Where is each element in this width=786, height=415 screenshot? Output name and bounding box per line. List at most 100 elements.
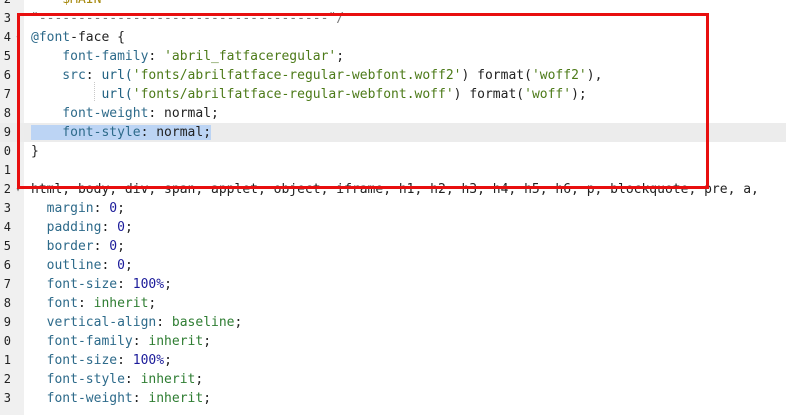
- line-number: 1: [3, 163, 11, 177]
- indent-guide: [94, 82, 95, 101]
- code-token: font-style: [31, 125, 141, 140]
- code-token: vertical-align: [31, 315, 157, 330]
- code-line[interactable]: 9 vertical-align: baseline;: [0, 313, 786, 332]
- code-token: 'fonts/abrilfatface-regular-webfont.woff…: [132, 68, 462, 83]
- code-token: ;: [117, 239, 125, 254]
- code-token: url(: [101, 87, 133, 102]
- line-number: 4: [3, 220, 11, 234]
- code-token: margin: [31, 201, 94, 216]
- code-token: ),: [586, 68, 603, 83]
- code-token: 100%: [132, 353, 165, 368]
- line-number: 3: [3, 11, 11, 25]
- code-token: : normal;: [148, 106, 219, 121]
- code-token: ;: [336, 49, 345, 64]
- code-line[interactable]: 3 "-------------------------------------"…: [0, 9, 786, 28]
- code-token: 100%: [132, 277, 165, 292]
- code-text: $MAIN: [31, 0, 101, 9]
- code-token: html, body, div, span, applet, object, i…: [31, 182, 759, 197]
- line-number: 0: [3, 144, 11, 158]
- code-line[interactable]: 8 font-weight: normal;: [0, 104, 786, 123]
- code-token: inherit: [148, 334, 204, 349]
- code-editor[interactable]: 2 $MAIN 3 "-------------------------------…: [0, 0, 786, 415]
- code-line[interactable]: 2 ▾ html, body, div, span, applet, object,…: [0, 180, 786, 199]
- code-token: 0: [109, 201, 118, 216]
- code-token: 'woff2': [531, 68, 587, 83]
- code-token: :: [101, 258, 118, 273]
- code-text: padding: 0;: [31, 218, 133, 237]
- code-text: url('fonts/abrilfatface-regular-webfont.…: [31, 85, 587, 104]
- code-token: ;: [124, 220, 133, 235]
- line-number: 3: [3, 391, 11, 405]
- code-token: 0: [117, 220, 125, 235]
- code-token: :: [117, 277, 133, 292]
- code-line[interactable]: 3 font-weight: inherit;: [0, 389, 786, 408]
- code-token: inherit: [140, 372, 196, 387]
- code-line[interactable]: 8 font: inherit;: [0, 294, 786, 313]
- code-token: ;: [164, 277, 172, 292]
- code-token: "-------------------------------------"/: [31, 11, 345, 26]
- code-token: font-weight: [31, 106, 149, 121]
- code-line[interactable]: 9 font-style: normal;: [0, 123, 786, 142]
- code-text: font: inherit;: [31, 294, 157, 313]
- code-token: font-style: [31, 372, 125, 387]
- line-number: 2: [3, 182, 11, 196]
- fold-arrow-icon[interactable]: ▾: [13, 180, 23, 199]
- code-text: font-weight: normal;: [31, 104, 219, 123]
- line-number: 1: [3, 353, 11, 367]
- code-text: }: [31, 142, 39, 161]
- code-line[interactable]: 4 padding: 0;: [0, 218, 786, 237]
- code-line[interactable]: 6 outline: 0;: [0, 256, 786, 275]
- code-text: src: url('fonts/abrilfatface-regular-web…: [31, 66, 602, 85]
- code-token: font-size: [31, 353, 118, 368]
- code-token: ) format(: [461, 68, 532, 83]
- code-token: :: [132, 334, 149, 349]
- code-line[interactable]: 3 margin: 0;: [0, 199, 786, 218]
- line-number: 3: [3, 201, 11, 215]
- line-number: 5: [3, 239, 11, 253]
- code-token: @font: [31, 30, 71, 45]
- code-line[interactable]: 2 font-style: inherit;: [0, 370, 786, 389]
- code-token: 'fonts/abrilfatface-regular-webfont.woff…: [132, 87, 454, 102]
- code-text: font-style: normal;: [31, 123, 212, 142]
- code-token: font-family: [31, 334, 133, 349]
- line-number: 4: [3, 30, 11, 44]
- line-number: 7: [3, 87, 11, 101]
- code-token: baseline: [171, 315, 235, 330]
- line-number: 9: [3, 125, 11, 139]
- code-line[interactable]: 0 font-family: inherit;: [0, 332, 786, 351]
- code-text: font-family: 'abril_fatfaceregular';: [31, 47, 344, 66]
- code-token: }: [31, 144, 39, 159]
- code-token: font-weight: [31, 391, 133, 406]
- line-number: 5: [3, 49, 11, 63]
- code-token: ) format(: [453, 87, 525, 102]
- code-token: ;: [124, 258, 133, 273]
- code-token: );: [571, 87, 587, 102]
- code-token: :: [101, 220, 118, 235]
- code-line[interactable]: 5 font-family: 'abril_fatfaceregular';: [0, 47, 786, 66]
- code-text: font-style: inherit;: [31, 370, 204, 389]
- code-line[interactable]: 1 font-size: 100%;: [0, 351, 786, 370]
- line-number: 7: [3, 277, 11, 291]
- code-line[interactable]: 1: [0, 161, 786, 180]
- code-text: @font-face {: [31, 28, 125, 47]
- code-token: font: [31, 296, 78, 311]
- code-line[interactable]: 7 url('fonts/abrilfatface-regular-webfon…: [0, 85, 786, 104]
- code-text: font-family: inherit;: [31, 332, 211, 351]
- code-token: : normal;: [140, 125, 212, 140]
- code-token: :: [156, 315, 172, 330]
- code-line[interactable]: 0}: [0, 142, 786, 161]
- code-text: font-weight: inherit;: [31, 389, 211, 408]
- code-line[interactable]: 5 border: 0;: [0, 237, 786, 256]
- code-token: 'woff': [524, 87, 572, 102]
- code-line[interactable]: 6 src: url('fonts/abrilfatface-regular-w…: [0, 66, 786, 85]
- line-number: 6: [3, 258, 11, 272]
- code-line[interactable]: 7 font-size: 100%;: [0, 275, 786, 294]
- fold-arrow-icon[interactable]: ▾: [13, 28, 23, 47]
- code-text: margin: 0;: [31, 199, 125, 218]
- code-token: inherit: [93, 296, 149, 311]
- code-token: $MAIN: [31, 0, 101, 7]
- code-line[interactable]: 2 $MAIN: [0, 0, 786, 9]
- code-token: :: [77, 296, 94, 311]
- code-token: 'abril_fatfaceregular': [164, 49, 337, 64]
- code-line[interactable]: 4 ▾ @font-face {: [0, 28, 786, 47]
